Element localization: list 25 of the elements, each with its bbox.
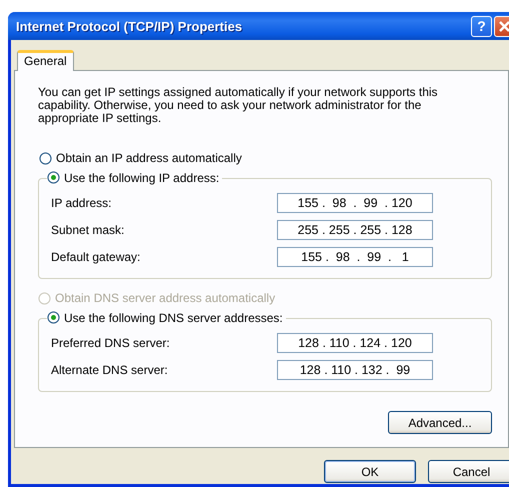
ip-address-field[interactable]: 128 . 110 . 124 . 120 <box>277 332 433 352</box>
advanced-button[interactable]: Advanced... <box>388 411 492 434</box>
ip-address-field[interactable]: 128 . 110 . 132 . 99 <box>277 360 433 380</box>
field-label: Alternate DNS server: <box>51 362 169 376</box>
window-title: Internet Protocol (TCP/IP) Properties <box>16 18 244 34</box>
cancel-button[interactable]: Cancel <box>428 460 509 483</box>
radio-button[interactable] <box>47 311 60 324</box>
radio-button[interactable] <box>39 152 52 164</box>
field-label: Preferred DNS server: <box>51 336 171 350</box>
tab[interactable]: General <box>17 50 74 71</box>
close-icon <box>498 20 509 32</box>
ok-button[interactable]: OK <box>324 460 416 483</box>
close-button[interactable] <box>494 16 509 36</box>
radio-label[interactable]: Obtain an IP address automatically <box>56 151 242 165</box>
ip-address-field[interactable]: 155 . 98 . 99 . 1 <box>277 246 433 266</box>
radio-label[interactable]: Use the following DNS server addresses: <box>64 310 283 324</box>
description-text: You can get IP settings assigned automatically if your network supports this capability. Otherwise, you need to ask your network administrator for the appropriate IP settings. <box>38 86 439 125</box>
field-label: IP address: <box>51 196 112 210</box>
ip-address-field[interactable]: 155 . 98 . 99 . 120 <box>277 192 433 212</box>
radio-label[interactable]: Use the following IP address: <box>64 170 220 184</box>
field-label: Default gateway: <box>51 250 142 264</box>
field-label: Subnet mask: <box>51 222 126 236</box>
radio-button[interactable] <box>47 171 60 184</box>
ip-address-field[interactable]: 255 . 255 . 255 . 128 <box>277 220 433 240</box>
help-button[interactable]: ? <box>471 16 492 36</box>
